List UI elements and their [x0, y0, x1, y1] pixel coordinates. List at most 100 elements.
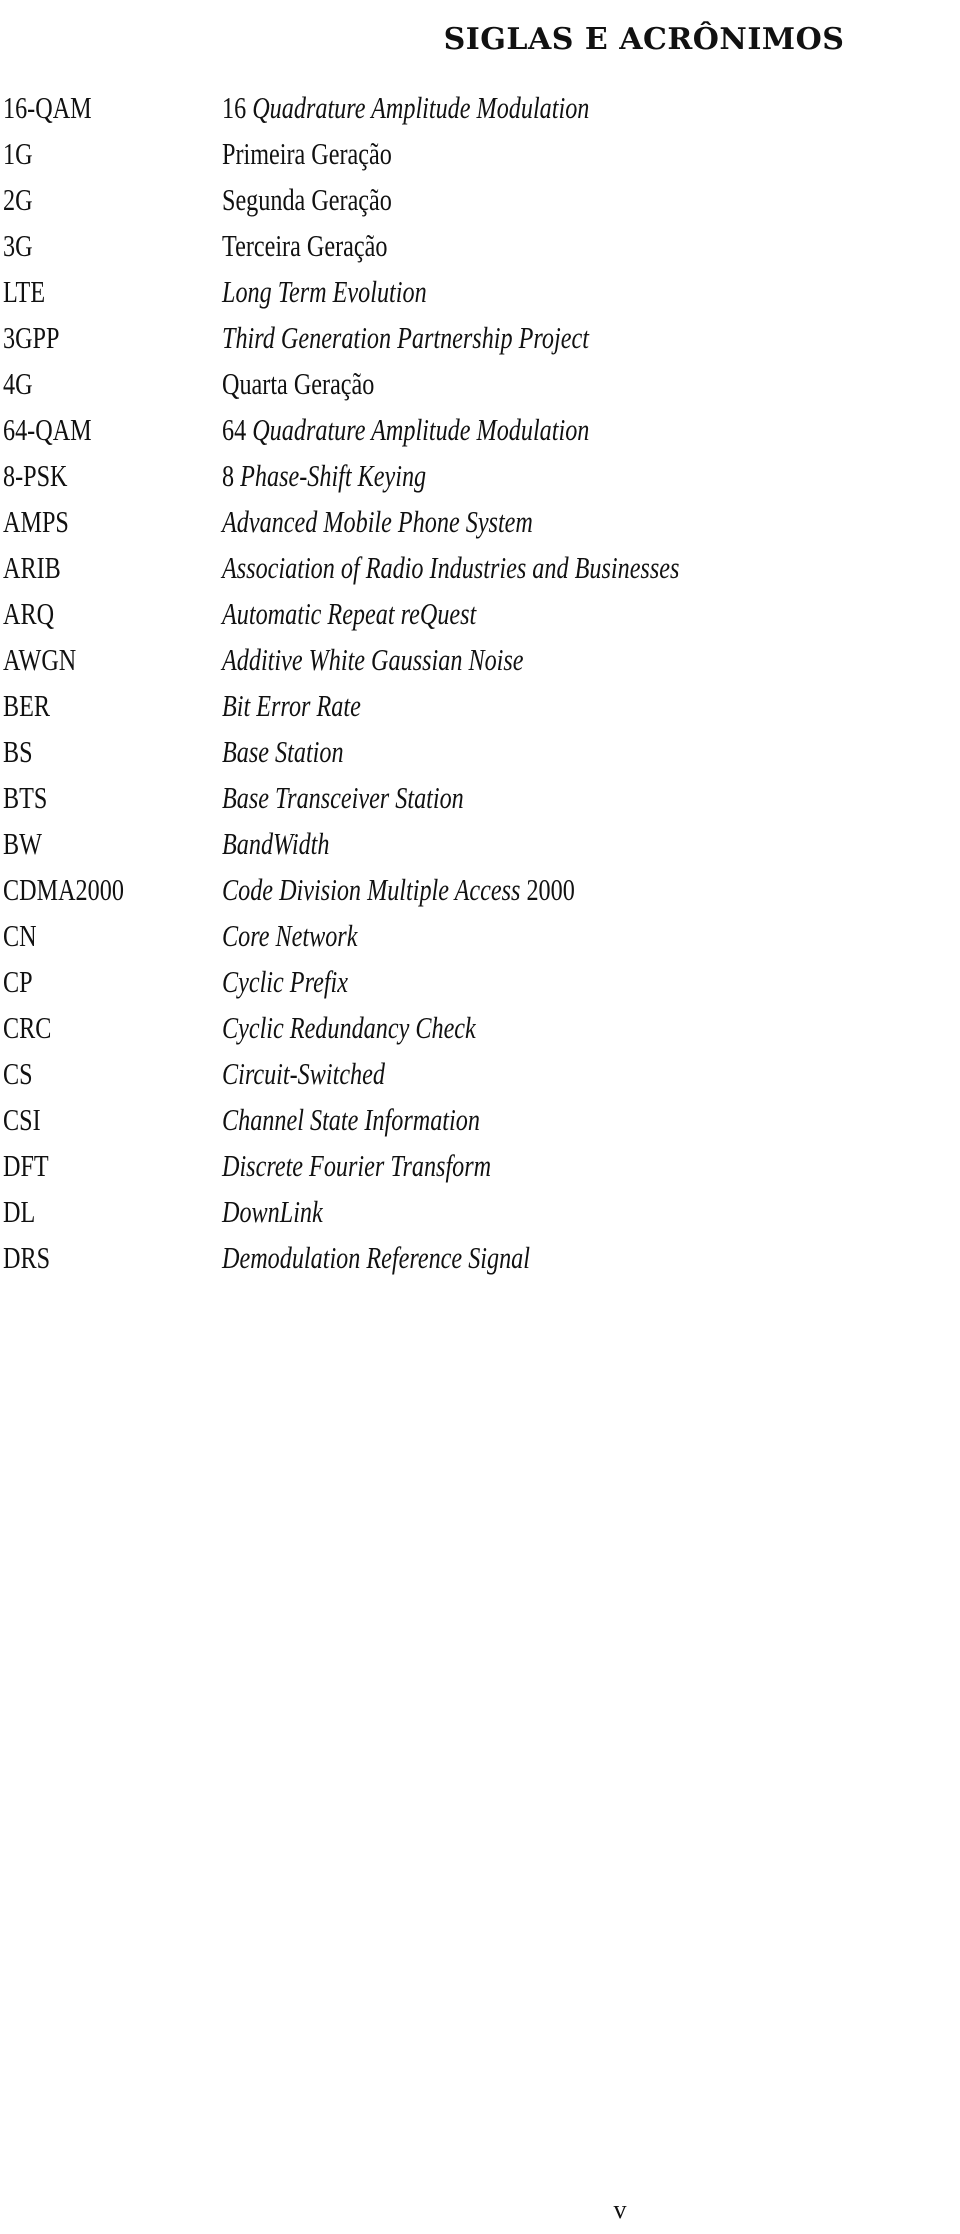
- acronym-abbreviation: BTS: [3, 780, 48, 815]
- page-number: v: [613, 2195, 627, 2224]
- acronym-row: 2G Segunda Geração: [3, 180, 960, 226]
- acronym-expansion: BandWidth: [222, 824, 329, 864]
- acronym-row: AMPS Advanced Mobile Phone System: [3, 502, 960, 548]
- acronym-abbreviation: CN: [3, 918, 37, 953]
- acronym-row: BW BandWidth: [3, 824, 960, 870]
- acronym-abbreviation: 16-QAM: [3, 90, 92, 125]
- acronym-expansion: Discrete Fourier Transform: [222, 1146, 491, 1186]
- acronym-expansion: Code Division Multiple Access 2000: [222, 870, 575, 910]
- acronym-abbreviation: 4G: [3, 366, 33, 401]
- expansion-italic-text: Additive White Gaussian Noise: [222, 642, 524, 677]
- expansion-italic-text: Base Station: [222, 734, 344, 769]
- acronym-row: ARQ Automatic Repeat reQuest: [3, 594, 960, 640]
- acronym-expansion: DownLink: [222, 1192, 323, 1232]
- expansion-italic-text: Quadrature Amplitude Modulation: [252, 412, 590, 447]
- acronym-abbreviation: BS: [3, 734, 33, 769]
- expansion-italic-text: Association of Radio Industries and Busi…: [222, 550, 680, 585]
- expansion-text: Primeira Geração: [222, 136, 392, 171]
- acronym-expansion: Quarta Geração: [222, 364, 374, 404]
- acronym-row: BS Base Station: [3, 732, 960, 778]
- acronym-expansion: Long Term Evolution: [222, 272, 427, 312]
- expansion-text: 16: [222, 90, 253, 125]
- page-title: SIGLAS E ACRÔNIMOS: [443, 22, 845, 58]
- expansion-text: 64: [222, 412, 253, 447]
- acronym-expansion: Advanced Mobile Phone System: [222, 502, 533, 542]
- expansion-italic-text: Third Generation Partnership Project: [222, 320, 589, 355]
- expansion-italic-text: BandWidth: [222, 826, 330, 861]
- expansion-text: Terceira Geração: [222, 228, 388, 263]
- acronym-abbreviation: BW: [3, 826, 42, 861]
- acronym-abbreviation: CP: [3, 964, 33, 999]
- acronym-expansion: Cyclic Redundancy Check: [222, 1008, 476, 1048]
- acronym-expansion: Segunda Geração: [222, 180, 392, 220]
- acronym-abbreviation: LTE: [3, 274, 46, 309]
- acronym-expansion: Channel State Information: [222, 1100, 480, 1140]
- acronym-row: 3G Terceira Geração: [3, 226, 960, 272]
- expansion-italic-text: Long Term Evolution: [222, 274, 427, 309]
- acronym-row: 8-PSK 8 Phase-Shift Keying: [3, 456, 960, 502]
- acronym-expansion: Primeira Geração: [222, 134, 392, 174]
- acronym-row: 64-QAM 64 Quadrature Amplitude Modulation: [3, 410, 960, 456]
- acronym-row: DL DownLink: [3, 1192, 960, 1238]
- acronym-row: 4G Quarta Geração: [3, 364, 960, 410]
- acronym-abbreviation: CSI: [3, 1102, 41, 1137]
- expansion-text: 2000: [520, 872, 575, 907]
- acronym-row: AWGN Additive White Gaussian Noise: [3, 640, 960, 686]
- expansion-italic-text: Core Network: [222, 918, 358, 953]
- acronym-expansion: Cyclic Prefix: [222, 962, 348, 1002]
- expansion-text: Quarta Geração: [222, 366, 375, 401]
- acronym-abbreviation: 2G: [3, 182, 33, 217]
- expansion-italic-text: Circuit-Switched: [222, 1056, 385, 1091]
- acronym-abbreviation: DRS: [3, 1240, 51, 1275]
- expansion-italic-text: Cyclic Prefix: [222, 964, 348, 999]
- acronym-row: CP Cyclic Prefix: [3, 962, 960, 1008]
- expansion-italic-text: Cyclic Redundancy Check: [222, 1010, 476, 1045]
- acronym-abbreviation: AMPS: [3, 504, 69, 539]
- acronym-expansion: 64 Quadrature Amplitude Modulation: [222, 410, 589, 450]
- acronym-row: LTE Long Term Evolution: [3, 272, 960, 318]
- acronym-row: CSI Channel State Information: [3, 1100, 960, 1146]
- acronym-expansion: Bit Error Rate: [222, 686, 361, 726]
- acronym-expansion: Terceira Geração: [222, 226, 387, 266]
- acronym-list: 16-QAM 16 Quadrature Amplitude Modulation…: [3, 88, 960, 1284]
- expansion-italic-text: Phase-Shift Keying: [240, 458, 427, 493]
- acronym-row: DRS Demodulation Reference Signal: [3, 1238, 960, 1284]
- expansion-italic-text: Code Division Multiple Access: [222, 872, 521, 907]
- expansion-text: Segunda Geração: [222, 182, 392, 217]
- acronym-abbreviation: 3GPP: [3, 320, 60, 355]
- expansion-italic-text: Demodulation Reference Signal: [222, 1240, 530, 1275]
- acronym-abbreviation: 1G: [3, 136, 33, 171]
- acronym-abbreviation: AWGN: [3, 642, 77, 677]
- acronym-abbreviation: ARQ: [3, 596, 55, 631]
- acronym-abbreviation: CRC: [3, 1010, 52, 1045]
- acronym-expansion: Base Station: [222, 732, 344, 772]
- acronym-expansion: Circuit-Switched: [222, 1054, 385, 1094]
- acronym-row: 1G Primeira Geração: [3, 134, 960, 180]
- acronym-row: DFT Discrete Fourier Transform: [3, 1146, 960, 1192]
- expansion-italic-text: Quadrature Amplitude Modulation: [252, 90, 590, 125]
- expansion-italic-text: Discrete Fourier Transform: [222, 1148, 492, 1183]
- acronym-abbreviation: 8-PSK: [3, 458, 68, 493]
- acronym-abbreviation: ARIB: [3, 550, 61, 585]
- expansion-italic-text: Channel State Information: [222, 1102, 480, 1137]
- acronym-row: CDMA2000 Code Division Multiple Access 20…: [3, 870, 960, 916]
- acronym-abbreviation: 64-QAM: [3, 412, 92, 447]
- acronym-row: CRC Cyclic Redundancy Check: [3, 1008, 960, 1054]
- acronym-row: CN Core Network: [3, 916, 960, 962]
- acronym-abbreviation: BER: [3, 688, 51, 723]
- acronym-expansion: Automatic Repeat reQuest: [222, 594, 476, 634]
- acronym-expansion: 8 Phase-Shift Keying: [222, 456, 426, 496]
- acronym-abbreviation: 3G: [3, 228, 33, 263]
- acronym-expansion: 16 Quadrature Amplitude Modulation: [222, 88, 589, 128]
- acronym-abbreviation: DL: [3, 1194, 36, 1229]
- acronym-expansion: Base Transceiver Station: [222, 778, 464, 818]
- acronym-row: 16-QAM 16 Quadrature Amplitude Modulation: [3, 88, 960, 134]
- acronym-row: BTS Base Transceiver Station: [3, 778, 960, 824]
- expansion-italic-text: Advanced Mobile Phone System: [222, 504, 533, 539]
- expansion-italic-text: Bit Error Rate: [222, 688, 361, 723]
- acronym-abbreviation: CDMA2000: [3, 872, 124, 907]
- acronym-expansion: Third Generation Partnership Project: [222, 318, 589, 358]
- expansion-text: 8: [222, 458, 241, 493]
- expansion-italic-text: DownLink: [222, 1194, 323, 1229]
- acronym-expansion: Demodulation Reference Signal: [222, 1238, 530, 1278]
